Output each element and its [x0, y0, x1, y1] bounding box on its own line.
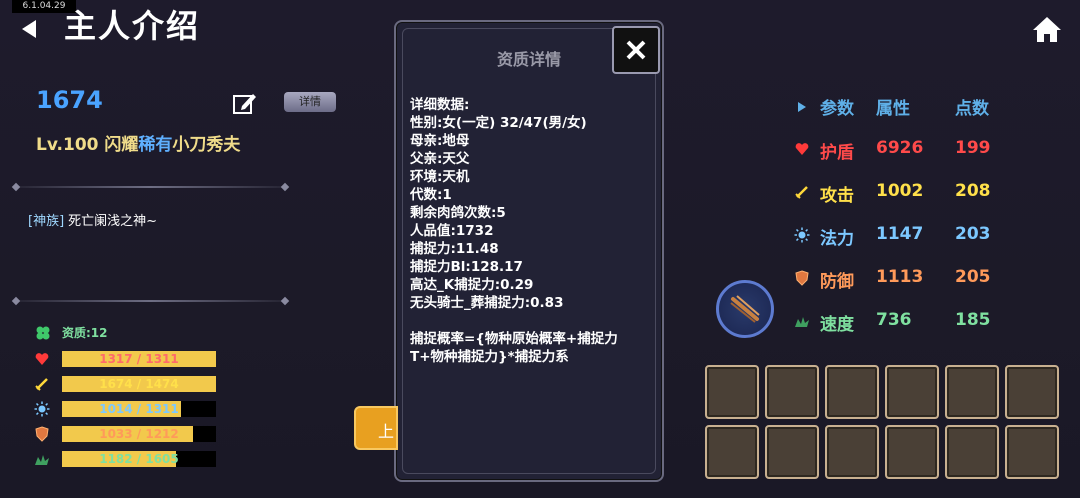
claw-icon	[730, 295, 760, 323]
edit-button[interactable]	[232, 90, 258, 116]
arrow-right-icon	[797, 98, 807, 117]
sword-icon	[793, 183, 811, 201]
stat-points: 199	[955, 138, 991, 158]
inventory-slot[interactable]	[825, 425, 879, 479]
player-name: Lv.100 闪耀稀有小刀秀夫	[36, 130, 240, 155]
skill-button[interactable]	[716, 280, 774, 338]
close-icon	[626, 40, 646, 60]
header-points: 点数	[955, 99, 989, 119]
stat-attr: 6926	[876, 138, 924, 158]
header-param: 参数	[820, 99, 854, 119]
stat-bar: 1014 / 1311	[62, 401, 216, 417]
dialog-line: 无头骑士_葬捕捉力:0.83	[410, 295, 564, 311]
side-tab-button[interactable]: 上	[354, 406, 398, 450]
home-button[interactable]	[1030, 12, 1064, 46]
inventory-slot[interactable]	[885, 365, 939, 419]
stat-name: 速度	[820, 315, 854, 335]
stat-bar: 1674 / 1474	[62, 376, 216, 392]
shield-icon	[793, 269, 811, 287]
dialog-line: 母亲:地母	[410, 133, 470, 149]
inventory-slot[interactable]	[705, 425, 759, 479]
stat-bar: 1033 / 1212	[62, 426, 216, 442]
inventory-slot[interactable]	[705, 365, 759, 419]
dialog-line: 详细数据:	[410, 97, 470, 113]
dialog-line: T+物种捕捉力}*捕捉力系	[410, 349, 569, 365]
stat-points: 203	[955, 224, 991, 244]
name-rarity: 稀有	[138, 135, 173, 155]
divider-end	[280, 296, 290, 306]
home-icon	[1033, 17, 1061, 42]
stat-name: 法力	[820, 229, 854, 249]
heart-icon	[793, 140, 811, 158]
dialog-body: 详细数据: 性别:女(一定) 32/47(男/女) 母亲:地母父亲:天父环境:天机代…	[410, 96, 650, 366]
stat-attr: 736	[876, 310, 912, 330]
inventory-slot[interactable]	[765, 365, 819, 419]
inventory-slot[interactable]	[765, 425, 819, 479]
divider-end	[11, 182, 21, 192]
player-id: 1674	[36, 86, 103, 114]
inventory-slot[interactable]	[825, 365, 879, 419]
edit-icon	[233, 94, 256, 114]
dialog-line: 高达_K捕捉力:0.29	[410, 277, 534, 293]
stat-bar: 1182 / 1605	[62, 451, 216, 467]
stat-bar-label: 1317 / 1311	[99, 352, 179, 366]
dialog-line: 父亲:天父	[410, 151, 470, 167]
dialog-line: 环境:天机	[410, 169, 470, 185]
dialog-line: 捕捉概率={物种原始概率+捕捉力	[410, 331, 618, 347]
heart-icon	[33, 350, 51, 368]
dialog-line: 剩余肉鸽次数:5	[410, 205, 506, 221]
stat-bar-label: 1014 / 1311	[99, 402, 179, 416]
stat-attr: 1002	[876, 181, 924, 201]
dialog-line: 性别:女(一定) 32/47(男/女)	[410, 115, 587, 131]
tribe-tag: [神族]	[28, 214, 65, 229]
stat-attr: 1147	[876, 224, 924, 244]
stat-attr: 1113	[876, 267, 924, 287]
sword-icon	[33, 375, 51, 393]
close-button[interactable]	[612, 26, 660, 74]
stat-points: 208	[955, 181, 991, 201]
side-tab-label: 上	[378, 422, 395, 441]
shield-icon	[33, 425, 51, 443]
leaf-icon	[33, 450, 51, 468]
tribe-info: [神族] 死亡阑浅之神~	[28, 210, 157, 229]
stat-points: 205	[955, 267, 991, 287]
back-arrow-icon	[22, 20, 36, 38]
stat-bar-label: 1674 / 1474	[99, 377, 179, 391]
inventory-slot[interactable]	[885, 425, 939, 479]
divider-end	[280, 182, 290, 192]
sun-icon	[33, 400, 51, 418]
divider-end	[11, 296, 21, 306]
divider	[16, 186, 286, 188]
back-button[interactable]	[14, 14, 44, 44]
tribe-text: 死亡阑浅之神~	[68, 214, 158, 229]
stat-bar: 1317 / 1311	[62, 351, 216, 367]
stat-points: 185	[955, 310, 991, 330]
stat-name: 攻击	[820, 186, 854, 206]
inventory-slot[interactable]	[945, 425, 999, 479]
name-suffix: 小刀秀夫	[172, 135, 241, 155]
stat-name: 护盾	[820, 143, 854, 163]
dialog-line	[410, 312, 650, 330]
dialog-line: 捕捉力Bl:128.17	[410, 259, 523, 275]
stat-bar-label: 1182 / 1605	[99, 452, 179, 466]
name-prefix: Lv.100 闪耀	[36, 135, 139, 155]
leaf-icon	[793, 312, 811, 330]
dialog-line: 人品值:1732	[410, 223, 494, 239]
dialog-line: 代数:1	[410, 187, 452, 203]
detail-button[interactable]: 详情	[284, 92, 336, 112]
stat-bar-label: 1033 / 1212	[99, 427, 179, 441]
divider	[16, 300, 286, 302]
sun-icon	[793, 226, 811, 244]
inventory-slot[interactable]	[1005, 365, 1059, 419]
clover-icon	[34, 324, 52, 342]
dialog-line: 捕捉力:11.48	[410, 241, 499, 257]
stat-name: 防御	[820, 272, 854, 292]
page-title: 主人介绍	[64, 7, 201, 45]
quality-label: 资质:12	[62, 326, 108, 340]
inventory-slot[interactable]	[945, 365, 999, 419]
inventory-slot[interactable]	[1005, 425, 1059, 479]
header-attr: 属性	[876, 99, 910, 119]
